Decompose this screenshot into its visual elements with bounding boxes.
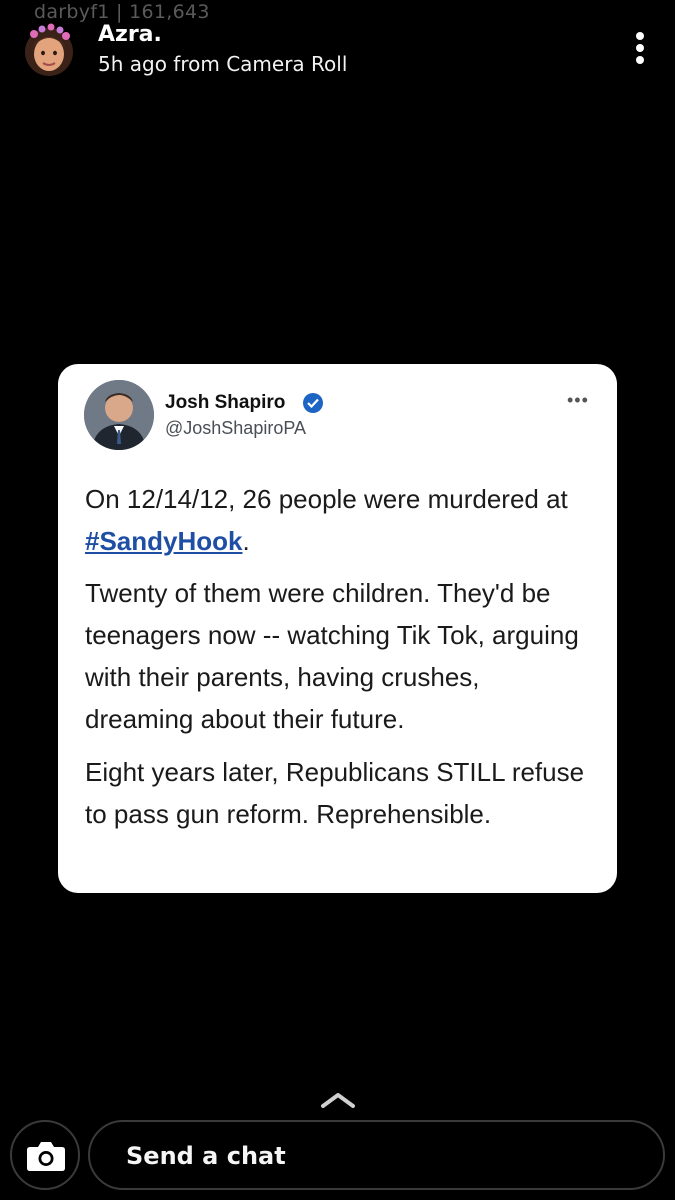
menu-dot (636, 44, 644, 52)
chevron-up-icon[interactable] (320, 1090, 356, 1110)
profile-photo (84, 380, 154, 450)
menu-dot (636, 32, 644, 40)
tweet-text-segment: . (242, 526, 250, 556)
chat-placeholder: Send a chat (126, 1142, 286, 1170)
tweet-text-segment: On 12/14/12, 26 people were murdered at (85, 484, 568, 514)
story-meta: 5h ago from Camera Roll (98, 52, 348, 76)
tweet-screenshot-card: Josh Shapiro @JoshShapiroPA ••• On 12/14… (58, 364, 617, 893)
vertical-ellipsis-icon[interactable] (628, 30, 652, 66)
tweet-paragraph-2: Twenty of them were children. They'd be … (85, 578, 579, 734)
camera-icon (26, 1140, 66, 1177)
story-author[interactable]: Azra. (98, 22, 162, 47)
menu-dot (636, 56, 644, 64)
hashtag-link: #SandyHook (85, 526, 243, 556)
tweet-more-icon: ••• (567, 390, 589, 410)
tweet-author-name: Josh Shapiro (165, 392, 286, 413)
tweet-paragraph-1: On 12/14/12, 26 people were murdered at … (85, 478, 595, 562)
verified-badge-icon (303, 393, 323, 413)
tweet-author-handle: @JoshShapiroPA (165, 418, 307, 438)
tweet-paragraph-3: Eight years later, Republicans STILL ref… (85, 757, 585, 829)
camera-button[interactable] (10, 1120, 80, 1190)
bitmoji-avatar-icon[interactable] (22, 22, 76, 78)
watermark: darbyf1 | 161,643 (34, 1, 210, 23)
send-chat-input[interactable]: Send a chat (88, 1120, 665, 1190)
